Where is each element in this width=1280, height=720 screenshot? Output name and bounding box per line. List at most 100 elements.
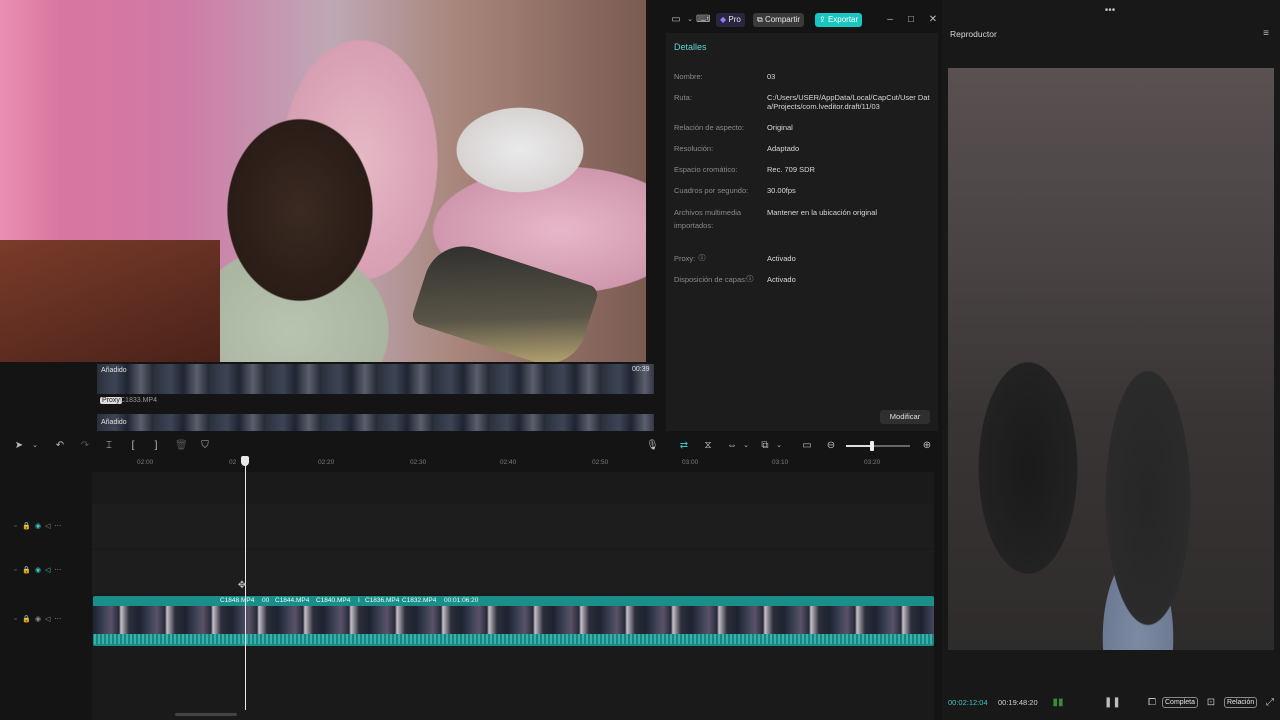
pause-icon[interactable]: ❚❚: [1104, 697, 1121, 709]
chevron-down-icon[interactable]: ⌄: [29, 440, 41, 452]
zoom-out-icon[interactable]: ⊖: [825, 440, 837, 452]
microphone-icon[interactable]: 🎙: [646, 440, 659, 452]
imported-media-value: Mantener en la ubicación original: [767, 208, 878, 217]
keyboard-icon[interactable]: ⌨: [696, 14, 710, 26]
snap-icon[interactable]: ⧖: [702, 440, 714, 452]
proxy-value: Activado: [767, 254, 796, 263]
crop-icon[interactable]: ⧠: [1146, 697, 1158, 709]
eye-icon[interactable]: ◉: [35, 616, 41, 623]
ruler-tick: 03:00: [682, 459, 699, 466]
complete-button[interactable]: Completa: [1162, 697, 1198, 708]
media-added-badge: Añadido: [101, 367, 127, 374]
media-strip-1[interactable]: [97, 364, 654, 394]
clip-label: C1832.MP4: [402, 597, 437, 604]
marker-icon[interactable]: ⛉: [199, 440, 211, 452]
eye-icon[interactable]: ◉: [35, 567, 41, 574]
redo-icon[interactable]: ↷: [79, 440, 91, 452]
speaker-icon[interactable]: ◁: [45, 523, 50, 530]
color-space-value: Rec. 709 SDR: [767, 165, 815, 174]
close-icon[interactable]: ✕: [927, 14, 939, 26]
details-title: Detalles: [674, 42, 707, 52]
clip-label: C1844.MP4: [275, 597, 310, 604]
link-icon[interactable]: ⇄: [678, 440, 690, 452]
zoom-fit-icon[interactable]: ⊡: [1205, 697, 1217, 709]
audio-meter-icon: ▮▮: [1052, 697, 1064, 708]
media-added-badge-2: Añadido: [101, 419, 127, 426]
layer-layout-info-icon[interactable]: ⓘ: [746, 274, 754, 286]
speaker-icon[interactable]: ◁: [45, 567, 50, 574]
lock-icon[interactable]: 🔒: [22, 567, 31, 574]
eye-icon[interactable]: ◉: [35, 523, 41, 530]
menu-icon[interactable]: ≡: [1260, 28, 1272, 40]
share-label: Compartir: [764, 15, 801, 24]
proxy-info-icon[interactable]: ⓘ: [698, 253, 706, 265]
modify-button[interactable]: Modificar: [880, 410, 930, 424]
clip-thumbnails: [93, 606, 934, 634]
resolution-value: Adaptado: [767, 144, 800, 153]
export-button[interactable]: ⇪ Exportar: [815, 13, 863, 27]
ruler-tick: 02:50: [592, 459, 609, 466]
caption-icon[interactable]: ▭: [801, 440, 813, 452]
track-1-controls: ▫ 🔒 ◉ ◁ ⋯: [14, 522, 61, 530]
clip-label: C1840.MP4: [316, 597, 351, 604]
clip-label: C1848.MP4: [220, 597, 255, 604]
timeline-toolbar: ➤ ⌄ ↶ ↷ ⌶ [ ] 🗑 ⛉ 🎙 ⇄ ⧖ ⇔ ⌄ ⧉ ⌄ ▭ ⊖ ⊕: [0, 436, 940, 456]
split-icon[interactable]: ⌶: [103, 440, 115, 452]
ratio-button[interactable]: Relación: [1224, 697, 1258, 708]
video-preview[interactable]: [948, 68, 1274, 650]
track-cover-icon[interactable]: ▫: [14, 523, 16, 530]
trim-right-icon[interactable]: ]: [150, 440, 162, 452]
media-strip-2[interactable]: [97, 414, 654, 431]
pro-button[interactable]: ◆ Pro: [716, 13, 745, 27]
lock-icon[interactable]: 🔒: [22, 616, 31, 623]
chevron-down-icon[interactable]: ⌄: [773, 440, 785, 452]
more-icon[interactable]: ⋯: [54, 616, 61, 623]
more-icon[interactable]: ⋯: [54, 567, 61, 574]
pro-label: Pro: [728, 15, 741, 24]
speaker-icon[interactable]: ◁: [45, 616, 50, 623]
resolution-label: Resolución:: [674, 144, 714, 153]
delete-icon[interactable]: 🗑: [175, 440, 188, 452]
track-cover-icon[interactable]: ▫: [14, 567, 16, 574]
preview-axis-icon[interactable]: ⇔: [726, 440, 738, 452]
zoom-slider-handle[interactable]: [870, 441, 874, 451]
webcam-overlay: [0, 0, 646, 362]
maximize-icon[interactable]: □: [905, 14, 917, 26]
undo-icon[interactable]: ↶: [54, 440, 66, 452]
media-duration: 00:39: [632, 366, 650, 373]
zoom-slider[interactable]: [846, 441, 910, 451]
ruler-tick: 02:40: [500, 459, 517, 466]
clip-label: I: [358, 597, 360, 604]
chevron-down-icon[interactable]: ⌄: [740, 440, 752, 452]
zoom-in-icon[interactable]: ⊕: [921, 440, 933, 452]
minimize-icon[interactable]: –: [884, 14, 896, 26]
more-icon[interactable]: •••: [1104, 5, 1116, 17]
more-icon[interactable]: ⋯: [54, 523, 61, 530]
layer-layout-value: Activado: [767, 275, 796, 284]
layout-icon[interactable]: ▭: [670, 14, 682, 26]
name-label: Nombre:: [674, 72, 703, 81]
path-label: Ruta:: [674, 93, 692, 102]
track-cover-icon[interactable]: ▫: [14, 616, 16, 623]
current-time: 00:02:12:04: [948, 698, 988, 707]
lock-icon[interactable]: 🔒: [22, 523, 31, 530]
proxy-badge: Proxy: [100, 397, 122, 404]
name-value: 03: [767, 72, 776, 81]
select-cursor-icon[interactable]: ➤: [13, 440, 25, 452]
webcam-microphone: [410, 235, 600, 362]
chevron-down-icon[interactable]: ⌄: [684, 14, 696, 26]
audio-waveform: [93, 634, 934, 644]
playhead-handle[interactable]: [241, 456, 249, 466]
trim-left-icon[interactable]: [: [127, 440, 139, 452]
color-space-label: Espacio cromático:: [674, 165, 738, 174]
fps-value: 30.00fps: [767, 186, 796, 195]
share-button[interactable]: ⧉ Compartir: [753, 13, 805, 27]
title-bar: ▭ ⌄ ⌨ ◆ Pro ⧉ Compartir ⇪ Exportar – □ ✕: [646, 8, 940, 32]
fullscreen-icon[interactable]: ⤢: [1264, 697, 1276, 709]
export-label: Exportar: [827, 15, 859, 24]
track-2-controls: ▫ 🔒 ◉ ◁ ⋯: [14, 566, 61, 574]
replace-icon[interactable]: ⧉: [759, 440, 771, 452]
timeline-ruler[interactable]: 02:00 02 02:20 02:30 02:40 02:50 03:00 0…: [92, 456, 938, 472]
clip-label: 00:01:06:20: [444, 597, 479, 604]
timeline-scrollbar[interactable]: [175, 713, 237, 716]
